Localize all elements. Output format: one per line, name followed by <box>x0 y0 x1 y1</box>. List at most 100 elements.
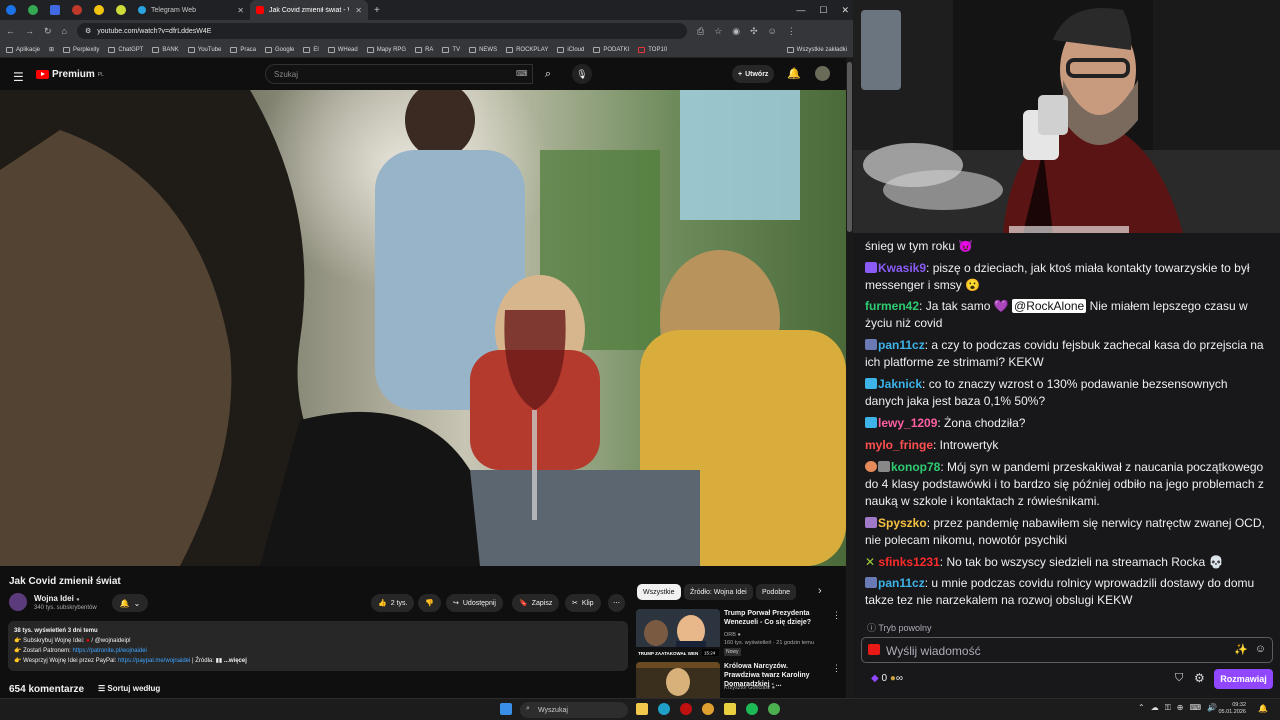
chat-username[interactable]: konop78 <box>891 460 940 474</box>
scrollbar-thumb[interactable] <box>847 62 852 232</box>
close-window-icon[interactable]: ✕ <box>841 5 849 16</box>
sort-comments-button[interactable]: ☰ Sortuj według <box>98 684 160 693</box>
chrome-active-icon[interactable] <box>768 703 780 715</box>
chip-similar[interactable]: Podobne <box>756 584 797 600</box>
tab-icon-6[interactable] <box>110 0 132 20</box>
menu-dots-icon[interactable]: ⋮ <box>787 26 796 37</box>
bookmark-item[interactable]: Mapy RPG <box>366 46 406 53</box>
bookmark-item[interactable]: Praca <box>230 46 256 53</box>
magic-icon[interactable]: ✨ <box>1234 643 1248 656</box>
show-more-button[interactable]: ...więcej <box>224 658 247 664</box>
tab-icon-5[interactable] <box>88 0 110 20</box>
tab-icon-2[interactable] <box>22 0 44 20</box>
chat-username[interactable]: Spyszko <box>878 516 927 530</box>
all-bookmarks[interactable]: Wszystkie zakładki <box>786 46 847 53</box>
spotify-icon[interactable] <box>746 703 758 715</box>
chat-send-button[interactable]: Rozmawiaj <box>1214 669 1273 689</box>
minimize-icon[interactable]: — <box>796 5 805 15</box>
bookmark-item[interactable]: Aplikacje <box>6 46 40 53</box>
emote-icon[interactable]: ☺ <box>1255 643 1266 655</box>
chevron-right-icon[interactable]: › <box>818 585 822 597</box>
chip-all[interactable]: Wszystkie <box>637 584 681 600</box>
account-avatar[interactable] <box>815 66 830 81</box>
bookmark-item[interactable]: PODATKI <box>593 46 629 53</box>
site-info-icon[interactable]: ⚙ <box>85 27 91 35</box>
bookmark-item[interactable]: Perplexity <box>63 46 99 53</box>
notifications-icon[interactable]: 🔔 <box>1258 704 1268 713</box>
tab-icon-1[interactable] <box>0 0 22 20</box>
edge-icon[interactable] <box>658 703 670 715</box>
windows-start-icon[interactable] <box>500 703 512 715</box>
bookmark-item[interactable]: TOP10 <box>638 46 667 53</box>
chat-username[interactable]: Jaknick <box>878 377 922 391</box>
subscribed-bell-button[interactable]: 🔔 ⌄ <box>112 594 148 612</box>
chat-username[interactable]: mylo_fringe <box>865 438 933 452</box>
reload-icon[interactable]: ↻ <box>44 26 52 37</box>
chip-source[interactable]: Źródło: Wojna Idei <box>684 584 753 600</box>
extensions-puzzle-icon[interactable]: ✣ <box>750 26 758 37</box>
url-field[interactable]: ⚙ youtube.com/watch?v=dfrLddesW4E <box>76 23 687 39</box>
extension-icon[interactable]: ◉ <box>732 26 740 37</box>
patronite-link[interactable]: https://patronite.pl/wojnaidei <box>73 648 147 654</box>
bookmark-item[interactable]: ChatGPT <box>108 46 143 53</box>
tab-youtube-active[interactable]: Jak Covid zmienił świat - W ✕ <box>250 0 368 20</box>
chat-username[interactable]: sfinks1231 <box>878 555 939 569</box>
search-button[interactable]: ⌕ <box>536 64 560 84</box>
create-button[interactable]: + Utwórz <box>732 65 775 83</box>
bookmark-item[interactable]: RA <box>415 46 433 53</box>
install-icon[interactable]: ⎙ <box>697 26 704 37</box>
bookmark-item[interactable]: El <box>303 46 319 53</box>
more-actions-button[interactable]: ⋯ <box>608 594 625 612</box>
chat-username[interactable]: lewy_1209 <box>878 416 937 430</box>
bookmark-item[interactable]: TV <box>442 46 460 53</box>
bookmark-star-icon[interactable]: ☆ <box>714 26 722 37</box>
keyboard-icon[interactable]: ⌨ <box>516 69 528 78</box>
menu-icon[interactable]: ☰ <box>13 70 24 84</box>
search-input[interactable]: Szukaj <box>265 64 533 84</box>
chat-username[interactable]: furmen42 <box>865 299 919 313</box>
new-tab-button[interactable]: + <box>368 0 386 20</box>
channel-avatar[interactable] <box>9 593 27 611</box>
voice-search-button[interactable]: 🎙 <box>572 64 592 84</box>
bookmark-item[interactable]: ROCKPLAY <box>506 46 548 53</box>
taskbar-clock[interactable]: 09:32 05.01.2026 <box>1218 702 1246 716</box>
home-icon[interactable]: ⌂ <box>62 26 67 36</box>
clip-button[interactable]: ✂ Klip <box>565 594 601 612</box>
shield-icon[interactable]: ⛉ <box>1175 672 1183 685</box>
notes-icon[interactable] <box>724 703 736 715</box>
tab-icon-4[interactable] <box>66 0 88 20</box>
forward-icon[interactable]: → <box>25 26 34 36</box>
like-button[interactable]: 👍 2 tys. <box>371 594 415 612</box>
settings-gear-icon[interactable]: ⚙ <box>1194 671 1205 685</box>
chat-username[interactable]: Kwasik9 <box>878 261 926 275</box>
bookmark-item[interactable]: iCloud <box>557 46 584 53</box>
maximize-icon[interactable]: ☐ <box>819 5 827 16</box>
recommendation-item[interactable]: TRUMP ZAATAKOWAŁ WEN 15:24 Trump Porwał … <box>636 609 841 659</box>
bookmark-item[interactable]: YouTube <box>187 46 221 53</box>
tray-icons[interactable]: ⌃☁⚿⊕⌨🔊 <box>1138 703 1223 713</box>
chat-username[interactable]: pan11cz <box>878 576 925 590</box>
youtube-logo[interactable]: Premium PL <box>36 69 104 80</box>
paypal-link[interactable]: https://paypal.me/wojnaidei <box>118 658 190 664</box>
close-icon[interactable]: ✕ <box>355 6 362 15</box>
taskbar-search[interactable]: ⌕ Wyszukaj <box>520 702 628 718</box>
more-vertical-icon[interactable]: ⋮ <box>832 610 841 621</box>
back-icon[interactable]: ← <box>6 26 15 36</box>
channel-points[interactable]: ◆ 0 ●∞ <box>871 673 903 684</box>
video-player[interactable] <box>0 90 846 566</box>
profile-icon[interactable]: ☺ <box>768 26 777 36</box>
mention[interactable]: @RockAlone <box>1012 299 1087 313</box>
save-button[interactable]: 🔖 Zapisz <box>512 594 560 612</box>
close-icon[interactable]: ✕ <box>237 6 244 15</box>
chat-input[interactable]: Wyślij wiadomość ✨ ☺ <box>861 637 1273 663</box>
bookmark-item[interactable]: BANK <box>152 46 179 53</box>
chat-username[interactable]: pan11cz <box>878 338 925 352</box>
opera-icon[interactable] <box>680 703 692 715</box>
bookmark-item[interactable]: WHead <box>327 46 358 53</box>
tab-icon-3[interactable] <box>44 0 66 20</box>
notifications-bell-icon[interactable]: 🔔 <box>787 67 801 80</box>
tab-telegram[interactable]: Telegram Web ✕ <box>132 0 250 20</box>
bookmark-item[interactable]: Google <box>265 46 294 53</box>
share-button[interactable]: ↪ Udostępnij <box>446 594 503 612</box>
file-explorer-icon[interactable] <box>636 703 648 715</box>
